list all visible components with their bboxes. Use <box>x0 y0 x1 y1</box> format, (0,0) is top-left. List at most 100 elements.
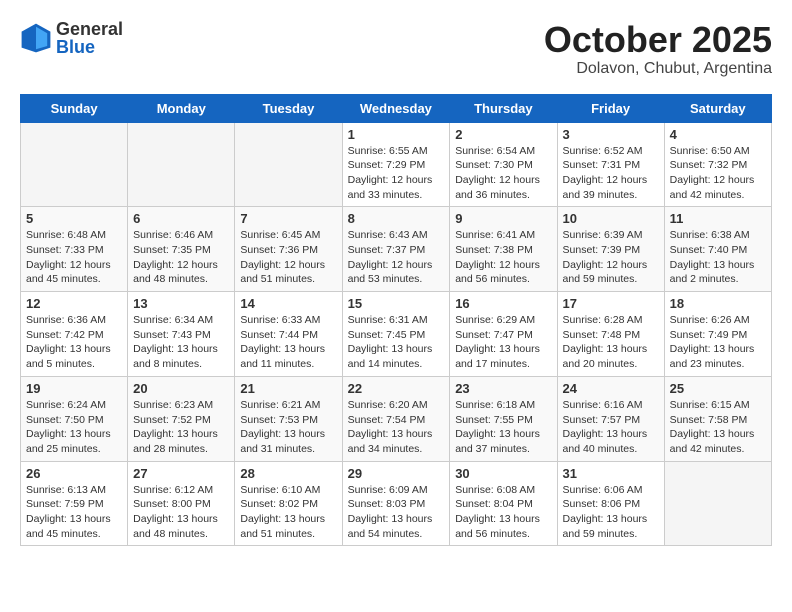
day-cell-5: 5 Sunrise: 6:48 AMSunset: 7:33 PMDaylight… <box>21 207 128 292</box>
weekday-header-tuesday: Tuesday <box>235 94 342 122</box>
day-number-18: 18 <box>670 296 766 311</box>
weekday-header-thursday: Thursday <box>450 94 557 122</box>
day-cell-9: 9 Sunrise: 6:41 AMSunset: 7:38 PMDaylight… <box>450 207 557 292</box>
day-info-14: Sunrise: 6:33 AMSunset: 7:44 PMDaylight:… <box>240 313 336 372</box>
day-info-22: Sunrise: 6:20 AMSunset: 7:54 PMDaylight:… <box>348 398 445 457</box>
day-info-31: Sunrise: 6:06 AMSunset: 8:06 PMDaylight:… <box>563 483 659 542</box>
day-number-14: 14 <box>240 296 336 311</box>
day-info-9: Sunrise: 6:41 AMSunset: 7:38 PMDaylight:… <box>455 228 551 287</box>
week-row-3: 12 Sunrise: 6:36 AMSunset: 7:42 PMDayligh… <box>21 292 772 377</box>
day-cell-2: 2 Sunrise: 6:54 AMSunset: 7:30 PMDaylight… <box>450 122 557 207</box>
empty-cell <box>235 122 342 207</box>
day-info-2: Sunrise: 6:54 AMSunset: 7:30 PMDaylight:… <box>455 144 551 203</box>
day-number-5: 5 <box>26 211 122 226</box>
day-info-27: Sunrise: 6:12 AMSunset: 8:00 PMDaylight:… <box>133 483 229 542</box>
day-number-19: 19 <box>26 381 122 396</box>
week-row-2: 5 Sunrise: 6:48 AMSunset: 7:33 PMDaylight… <box>21 207 772 292</box>
day-info-20: Sunrise: 6:23 AMSunset: 7:52 PMDaylight:… <box>133 398 229 457</box>
day-number-20: 20 <box>133 381 229 396</box>
day-number-2: 2 <box>455 127 551 142</box>
day-cell-30: 30Sunrise: 6:08 AMSunset: 8:04 PMDayligh… <box>450 461 557 546</box>
weekday-header-wednesday: Wednesday <box>342 94 450 122</box>
day-cell-31: 31 Sunrise: 6:06 AMSunset: 8:06 PMDayligh… <box>557 461 664 546</box>
day-cell-29: 29Sunrise: 6:09 AMSunset: 8:03 PMDayligh… <box>342 461 450 546</box>
day-info-12: Sunrise: 6:36 AMSunset: 7:42 PMDaylight:… <box>26 313 122 372</box>
logo-general-text: General <box>56 20 123 38</box>
day-cell-6: 6 Sunrise: 6:46 AMSunset: 7:35 PMDaylight… <box>128 207 235 292</box>
day-cell-18: 18 Sunrise: 6:26 AMSunset: 7:49 PMDayligh… <box>664 292 771 377</box>
day-cell-28: 28 Sunrise: 6:10 AMSunset: 8:02 PMDayligh… <box>235 461 342 546</box>
weekday-header-sunday: Sunday <box>21 94 128 122</box>
page: General Blue October 2025 Dolavon, Chubu… <box>0 0 792 566</box>
day-cell-24: 24 Sunrise: 6:16 AMSunset: 7:57 PMDayligh… <box>557 376 664 461</box>
day-number-8: 8 <box>348 211 445 226</box>
month-title: October 2025 <box>544 20 772 60</box>
day-number-28: 28 <box>240 466 336 481</box>
day-cell-23: 23Sunrise: 6:18 AMSunset: 7:55 PMDayligh… <box>450 376 557 461</box>
day-number-13: 13 <box>133 296 229 311</box>
day-cell-17: 17Sunrise: 6:28 AMSunset: 7:48 PMDayligh… <box>557 292 664 377</box>
empty-cell <box>664 461 771 546</box>
day-cell-26: 26Sunrise: 6:13 AMSunset: 7:59 PMDayligh… <box>21 461 128 546</box>
day-number-30: 30 <box>455 466 551 481</box>
day-cell-8: 8 Sunrise: 6:43 AMSunset: 7:37 PMDaylight… <box>342 207 450 292</box>
day-info-1: Sunrise: 6:55 AMSunset: 7:29 PMDaylight:… <box>348 144 445 203</box>
day-cell-20: 20 Sunrise: 6:23 AMSunset: 7:52 PMDayligh… <box>128 376 235 461</box>
day-number-25: 25 <box>670 381 766 396</box>
day-cell-25: 25Sunrise: 6:15 AMSunset: 7:58 PMDayligh… <box>664 376 771 461</box>
location: Dolavon, Chubut, Argentina <box>544 60 772 78</box>
logo-text: General Blue <box>56 20 123 56</box>
day-cell-7: 7 Sunrise: 6:45 AMSunset: 7:36 PMDaylight… <box>235 207 342 292</box>
day-info-13: Sunrise: 6:34 AMSunset: 7:43 PMDaylight:… <box>133 313 229 372</box>
weekday-header-saturday: Saturday <box>664 94 771 122</box>
day-cell-19: 19Sunrise: 6:24 AMSunset: 7:50 PMDayligh… <box>21 376 128 461</box>
week-row-4: 19Sunrise: 6:24 AMSunset: 7:50 PMDayligh… <box>21 376 772 461</box>
title-area: October 2025 Dolavon, Chubut, Argentina <box>544 20 772 78</box>
day-number-21: 21 <box>240 381 336 396</box>
header: General Blue October 2025 Dolavon, Chubu… <box>20 20 772 78</box>
day-info-24: Sunrise: 6:16 AMSunset: 7:57 PMDaylight:… <box>563 398 659 457</box>
weekday-header-friday: Friday <box>557 94 664 122</box>
day-cell-4: 4Sunrise: 6:50 AMSunset: 7:32 PMDaylight… <box>664 122 771 207</box>
day-number-1: 1 <box>348 127 445 142</box>
day-cell-15: 15 Sunrise: 6:31 AMSunset: 7:45 PMDayligh… <box>342 292 450 377</box>
day-number-7: 7 <box>240 211 336 226</box>
logo-icon <box>20 22 52 54</box>
day-cell-27: 27Sunrise: 6:12 AMSunset: 8:00 PMDayligh… <box>128 461 235 546</box>
day-info-17: Sunrise: 6:28 AMSunset: 7:48 PMDaylight:… <box>563 313 659 372</box>
day-number-24: 24 <box>563 381 659 396</box>
day-number-6: 6 <box>133 211 229 226</box>
day-cell-11: 11Sunrise: 6:38 AMSunset: 7:40 PMDayligh… <box>664 207 771 292</box>
day-info-6: Sunrise: 6:46 AMSunset: 7:35 PMDaylight:… <box>133 228 229 287</box>
day-number-4: 4 <box>670 127 766 142</box>
week-row-5: 26Sunrise: 6:13 AMSunset: 7:59 PMDayligh… <box>21 461 772 546</box>
day-info-18: Sunrise: 6:26 AMSunset: 7:49 PMDaylight:… <box>670 313 766 372</box>
day-info-8: Sunrise: 6:43 AMSunset: 7:37 PMDaylight:… <box>348 228 445 287</box>
day-cell-12: 12 Sunrise: 6:36 AMSunset: 7:42 PMDayligh… <box>21 292 128 377</box>
day-number-12: 12 <box>26 296 122 311</box>
day-info-5: Sunrise: 6:48 AMSunset: 7:33 PMDaylight:… <box>26 228 122 287</box>
day-cell-22: 22Sunrise: 6:20 AMSunset: 7:54 PMDayligh… <box>342 376 450 461</box>
day-info-29: Sunrise: 6:09 AMSunset: 8:03 PMDaylight:… <box>348 483 445 542</box>
day-number-15: 15 <box>348 296 445 311</box>
day-cell-21: 21 Sunrise: 6:21 AMSunset: 7:53 PMDayligh… <box>235 376 342 461</box>
empty-cell <box>128 122 235 207</box>
day-info-11: Sunrise: 6:38 AMSunset: 7:40 PMDaylight:… <box>670 228 766 287</box>
weekday-header-row: SundayMondayTuesdayWednesdayThursdayFrid… <box>21 94 772 122</box>
day-info-28: Sunrise: 6:10 AMSunset: 8:02 PMDaylight:… <box>240 483 336 542</box>
weekday-header-monday: Monday <box>128 94 235 122</box>
day-number-31: 31 <box>563 466 659 481</box>
day-cell-1: 1 Sunrise: 6:55 AMSunset: 7:29 PMDaylight… <box>342 122 450 207</box>
day-number-9: 9 <box>455 211 551 226</box>
day-info-7: Sunrise: 6:45 AMSunset: 7:36 PMDaylight:… <box>240 228 336 287</box>
week-row-1: 1 Sunrise: 6:55 AMSunset: 7:29 PMDaylight… <box>21 122 772 207</box>
day-info-3: Sunrise: 6:52 AMSunset: 7:31 PMDaylight:… <box>563 144 659 203</box>
logo: General Blue <box>20 20 123 56</box>
day-info-23: Sunrise: 6:18 AMSunset: 7:55 PMDaylight:… <box>455 398 551 457</box>
day-number-10: 10 <box>563 211 659 226</box>
day-info-16: Sunrise: 6:29 AMSunset: 7:47 PMDaylight:… <box>455 313 551 372</box>
day-info-15: Sunrise: 6:31 AMSunset: 7:45 PMDaylight:… <box>348 313 445 372</box>
day-number-26: 26 <box>26 466 122 481</box>
day-info-21: Sunrise: 6:21 AMSunset: 7:53 PMDaylight:… <box>240 398 336 457</box>
empty-cell <box>21 122 128 207</box>
